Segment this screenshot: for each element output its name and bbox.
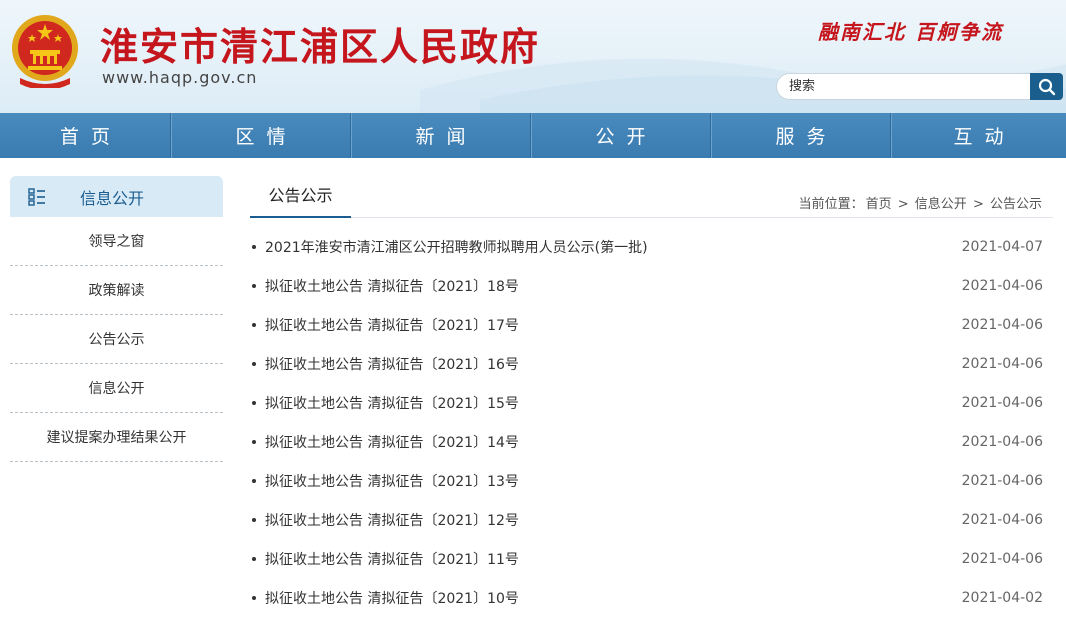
breadcrumb-info-disclosure[interactable]: 信息公开 [915,197,967,212]
bullet-icon [252,362,256,366]
list-item-title[interactable]: 拟征收土地公告 清拟征告〔2021〕16号 [265,354,519,374]
list-item-title[interactable]: 2021年淮安市清江浦区公开招聘教师拟聘用人员公示(第一批) [265,237,648,257]
list-item[interactable]: 拟征收土地公告 清拟征告〔2021〕10号 2021-04-02 [250,578,1053,617]
bullet-icon [252,518,256,522]
site-title: 淮安市清江浦区人民政府 [100,24,541,69]
list-item-title[interactable]: 拟征收土地公告 清拟征告〔2021〕18号 [265,276,519,296]
breadcrumb: 当前位置： 首页 > 信息公开 > 公告公示 [798,193,1043,212]
list-item-date: 2021-04-06 [961,394,1043,411]
list-item[interactable]: 拟征收土地公告 清拟征告〔2021〕15号 2021-04-06 [250,383,1053,422]
list-item-title[interactable]: 拟征收土地公告 清拟征告〔2021〕17号 [265,315,519,335]
list-item-date: 2021-04-06 [961,472,1043,489]
list-item[interactable]: 拟征收土地公告 清拟征告〔2021〕14号 2021-04-06 [250,422,1053,461]
list-item[interactable]: 拟征收土地公告 清拟征告〔2021〕12号 2021-04-06 [250,500,1053,539]
announcement-list: 2021年淮安市清江浦区公开招聘教师拟聘用人员公示(第一批) 2021-04-07… [250,227,1053,617]
national-emblem-icon [12,15,78,88]
bullet-icon [252,284,256,288]
list-item-date: 2021-04-06 [961,316,1043,333]
list-item-date: 2021-04-06 [961,550,1043,567]
list-item-title[interactable]: 拟征收土地公告 清拟征告〔2021〕15号 [265,393,519,413]
slogan: 融南汇北 百舸争流 [818,20,1003,44]
search-input[interactable] [776,73,1032,100]
nav-item-news[interactable]: 新闻 [351,113,531,158]
bullet-icon [252,596,256,600]
list-item[interactable]: 拟征收土地公告 清拟征告〔2021〕18号 2021-04-06 [250,266,1053,305]
sidebar-item-announcements[interactable]: 公告公示 [10,315,223,364]
sidebar-header-title: 信息公开 [80,188,145,208]
breadcrumb-current[interactable]: 公告公示 [990,197,1042,212]
sidebar-item-info-disclosure[interactable]: 信息公开 [10,364,223,413]
list-item-date: 2021-04-06 [961,355,1043,372]
sidebar-header: 信息公开 [10,176,223,217]
list-item-date: 2021-04-06 [961,433,1043,450]
bullet-icon [252,401,256,405]
search-button[interactable] [1030,73,1063,100]
bullet-icon [252,440,256,444]
site-header: 淮安市清江浦区人民政府 www.haqp.gov.cn 融南汇北 百舸争流 [0,0,1066,113]
list-item-date: 2021-04-06 [961,277,1043,294]
nav-item-services[interactable]: 服务 [711,113,891,158]
site-url: www.haqp.gov.cn [102,68,258,87]
list-item[interactable]: 拟征收土地公告 清拟征告〔2021〕17号 2021-04-06 [250,305,1053,344]
nav-item-interaction[interactable]: 互动 [891,113,1066,158]
breadcrumb-prefix: 当前位置： [798,197,864,212]
bullet-icon [252,557,256,561]
list-item[interactable]: 拟征收土地公告 清拟征告〔2021〕13号 2021-04-06 [250,461,1053,500]
list-item-date: 2021-04-07 [961,238,1043,255]
nav-item-public[interactable]: 公开 [531,113,711,158]
search-icon [1038,78,1055,95]
nav-item-district-info[interactable]: 区情 [171,113,351,158]
main-content: 公告公示 当前位置： 首页 > 信息公开 > 公告公示 2021年淮安市清江浦区公… [250,176,1053,607]
list-item-title[interactable]: 拟征收土地公告 清拟征告〔2021〕10号 [265,588,519,608]
sidebar-item-leadership[interactable]: 领导之窗 [10,217,223,266]
list-item[interactable]: 拟征收土地公告 清拟征告〔2021〕11号 2021-04-06 [250,539,1053,578]
sidebar-item-policy-interpretation[interactable]: 政策解读 [10,266,223,315]
bullet-icon [252,323,256,327]
list-icon [28,187,45,206]
list-item-title[interactable]: 拟征收土地公告 清拟征告〔2021〕13号 [265,471,519,491]
list-item-title[interactable]: 拟征收土地公告 清拟征告〔2021〕11号 [265,549,519,569]
list-item-date: 2021-04-06 [961,511,1043,528]
content-header: 公告公示 当前位置： 首页 > 信息公开 > 公告公示 [250,176,1053,218]
nav-item-home[interactable]: 首页 [0,113,171,158]
bullet-icon [252,245,256,249]
list-item-date: 2021-04-02 [961,589,1043,606]
tab-announcements[interactable]: 公告公示 [250,176,351,218]
sidebar-item-proposal-results[interactable]: 建议提案办理结果公开 [10,413,223,462]
list-item-title[interactable]: 拟征收土地公告 清拟征告〔2021〕12号 [265,510,519,530]
list-item[interactable]: 拟征收土地公告 清拟征告〔2021〕16号 2021-04-06 [250,344,1053,383]
sidebar: 信息公开 领导之窗 政策解读 公告公示 信息公开 建议提案办理结果公开 [10,176,223,462]
list-item[interactable]: 2021年淮安市清江浦区公开招聘教师拟聘用人员公示(第一批) 2021-04-07 [250,227,1053,266]
bullet-icon [252,479,256,483]
main-nav: 首页 区情 新闻 公开 服务 互动 [0,113,1066,158]
breadcrumb-separator: > [972,197,984,212]
breadcrumb-home[interactable]: 首页 [866,197,892,212]
breadcrumb-separator: > [897,197,909,212]
list-item-title[interactable]: 拟征收土地公告 清拟征告〔2021〕14号 [265,432,519,452]
